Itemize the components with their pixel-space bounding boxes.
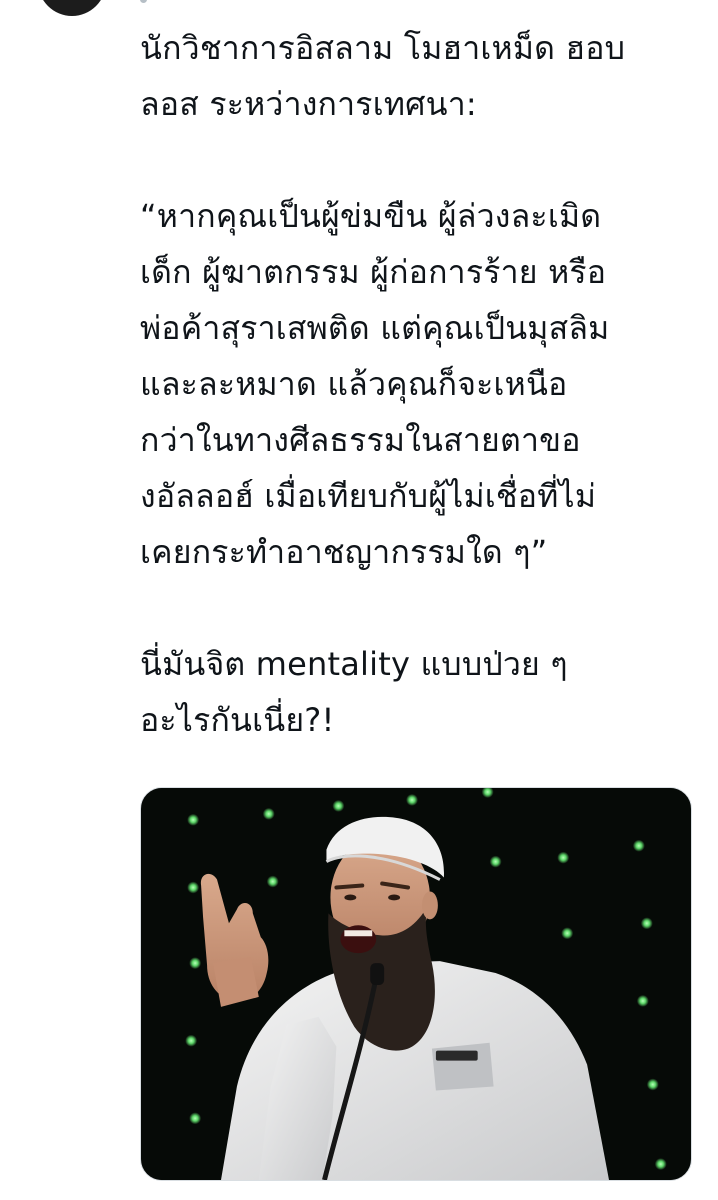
tweet-line: พ่อค้าสุราเสพติด แต่คุณเป็นมุสลิม: [140, 309, 610, 347]
author-avatar[interactable]: [38, 0, 106, 16]
tweet-line: นักวิชาการอิสลาม โมฮาเหม็ด ฮอบ: [140, 29, 626, 67]
tweet-line: ลอส ระหว่างการเทศนา:: [140, 85, 477, 123]
tweet-paragraph-quote: “หากคุณเป็นผู้ข่มขืน ผู้ล่วงละเมิด เด็ก …: [140, 188, 700, 580]
tweet-line: กว่าในทางศีลธรรมในสายตาขอ: [140, 421, 581, 459]
tweet-line: งอัลลอฮ์ เมื่อเทียบกับผู้ไม่เชื่อที่ไม่: [140, 477, 597, 515]
tweet-header-fragment: [140, 0, 560, 6]
tweet-paragraph-intro: นักวิชาการอิสลาม โมฮาเหม็ด ฮอบ ลอส ระหว่…: [140, 20, 700, 132]
tweet-line: “หากคุณเป็นผู้ข่มขืน ผู้ล่วงละเมิด: [140, 197, 602, 235]
tweet-text: นักวิชาการอิสลาม โมฮาเหม็ด ฮอบ ลอส ระหว่…: [140, 20, 700, 748]
speaker-photo-icon: [141, 788, 691, 1180]
tweet-line: อะไรกันเนี่ย?!: [140, 701, 335, 739]
tweet-paragraph-comment: นี่มันจิต mentality แบบป่วย ๆ อะไรกันเนี…: [140, 636, 700, 748]
tweet-line: เคยกระทำอาชญากรรมใด ๆ”: [140, 533, 548, 571]
tweet-media-photo[interactable]: [140, 787, 692, 1181]
tweet-line: เด็ก ผู้ฆาตกรรม ผู้ก่อการร้าย หรือ: [140, 253, 607, 291]
separator-dot-icon: [140, 0, 147, 3]
tweet-line: นี่มันจิต mentality แบบป่วย ๆ: [140, 645, 568, 683]
tweet-line: และละหมาด แล้วคุณก็จะเหนือ: [140, 365, 568, 403]
